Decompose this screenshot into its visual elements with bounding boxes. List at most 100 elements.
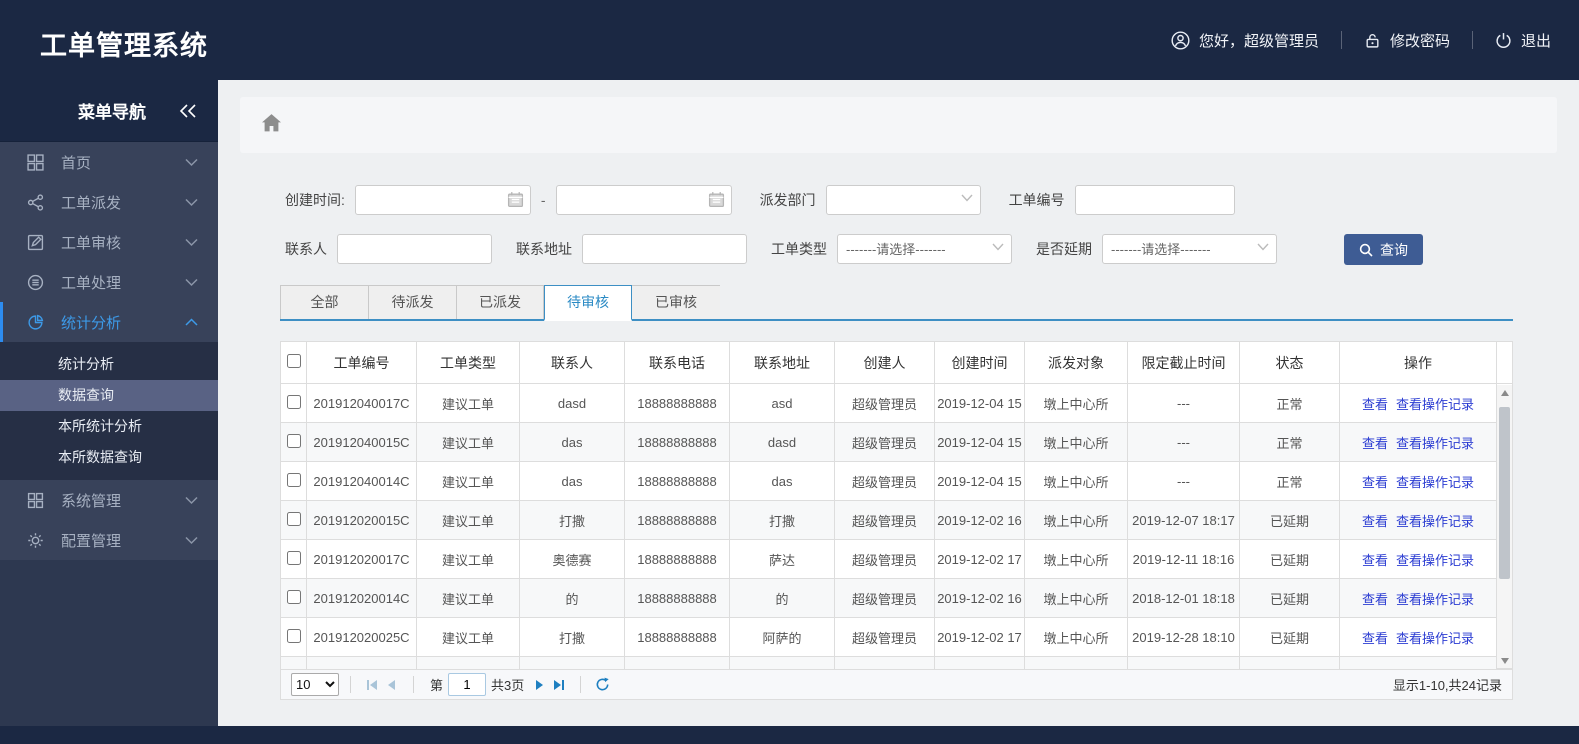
- row-checkbox-cell: [280, 422, 307, 462]
- cell-phone: 18888888888: [624, 578, 730, 618]
- sidebar-item-config[interactable]: 配置管理: [0, 520, 218, 560]
- view-log-link[interactable]: 查看操作记录: [1396, 397, 1474, 412]
- last-page-button[interactable]: [549, 675, 569, 695]
- scrollbar-track[interactable]: [1497, 385, 1512, 668]
- column-header: 联系人: [519, 341, 625, 384]
- tab-reviewed[interactable]: 已审核: [632, 285, 720, 319]
- main-content: 创建时间: - 派发部门 工单编号 联系人 联系地址 工单类型 -------请…: [218, 80, 1579, 726]
- cell-contact: das: [519, 422, 625, 462]
- cell-target: 墩上中心所: [1024, 383, 1128, 423]
- view-link[interactable]: 查看: [1362, 397, 1388, 412]
- next-page-button[interactable]: [529, 675, 549, 695]
- chevron-down-icon: [185, 238, 198, 247]
- page-size-select[interactable]: 10: [291, 673, 339, 696]
- sidebar-subitem-local-statistics[interactable]: 本所统计分析: [0, 411, 218, 442]
- sidebar-item-home[interactable]: 首页: [0, 142, 218, 182]
- view-log-link[interactable]: 查看操作记录: [1396, 475, 1474, 490]
- row-checkbox[interactable]: [286, 589, 301, 604]
- row-checkbox[interactable]: [286, 550, 301, 565]
- sidebar-item-review[interactable]: 工单审核: [0, 222, 218, 262]
- address-input[interactable]: [582, 234, 747, 264]
- sidebar-item-statistics[interactable]: 统计分析: [0, 302, 218, 342]
- status-badge: 已延期: [1239, 539, 1340, 579]
- refresh-button[interactable]: [592, 675, 612, 695]
- view-link[interactable]: 查看: [1362, 436, 1388, 451]
- cell-target: 墩上中心所: [1024, 500, 1128, 540]
- home-icon[interactable]: [262, 113, 281, 137]
- create-time-end-input[interactable]: [555, 185, 732, 215]
- row-checkbox[interactable]: [286, 628, 301, 643]
- row-checkbox[interactable]: [286, 433, 301, 448]
- view-log-link[interactable]: 查看操作记录: [1396, 631, 1474, 646]
- tab-to-dispatch[interactable]: 待派发: [368, 285, 456, 319]
- sidebar-item-dispatch[interactable]: 工单派发: [0, 182, 218, 222]
- table-row: 201912020014C 建议工单的 18888888888 的超级管理员 2019-…: [280, 578, 1497, 618]
- search-button[interactable]: 查询: [1344, 234, 1423, 265]
- user-greeting[interactable]: 您好，超级管理员: [1171, 30, 1319, 51]
- view-link[interactable]: 查看: [1362, 553, 1388, 568]
- view-log-link[interactable]: 查看操作记录: [1396, 514, 1474, 529]
- current-page-input[interactable]: [448, 673, 487, 696]
- scrollbar-thumb[interactable]: [1499, 407, 1510, 579]
- first-page-button[interactable]: [362, 675, 382, 695]
- cell-type: 建议工单: [416, 500, 520, 540]
- view-link[interactable]: 查看: [1362, 514, 1388, 529]
- cell-deadline: 2018-12-01 18:18: [1127, 578, 1240, 618]
- dispatch-dept-select[interactable]: [825, 185, 981, 215]
- gear-icon: [27, 532, 46, 549]
- view-link[interactable]: 查看: [1362, 592, 1388, 607]
- sidebar-submenu: 统计分析 数据查询 本所统计分析 本所数据查询: [0, 342, 218, 480]
- view-link[interactable]: 查看: [1362, 475, 1388, 490]
- row-checkbox[interactable]: [286, 511, 301, 526]
- row-checkbox[interactable]: [286, 394, 301, 409]
- tab-pending-review[interactable]: 待审核: [544, 285, 632, 321]
- collapse-sidebar-icon[interactable]: [178, 103, 198, 119]
- cell-address: das: [729, 461, 835, 501]
- cell-created: 2019-12-02 16: [934, 578, 1025, 618]
- filter-row-2: 联系人 联系地址 工单类型 -------请选择------- 是否延期 ---…: [285, 234, 1519, 265]
- prev-page-button[interactable]: [382, 675, 402, 695]
- change-password-button[interactable]: 修改密码: [1364, 30, 1450, 51]
- contact-input[interactable]: [337, 234, 492, 264]
- chevron-down-icon: [185, 278, 198, 287]
- create-time-start-input[interactable]: [354, 185, 531, 215]
- cell-address: asd: [729, 383, 835, 423]
- tab-all[interactable]: 全部: [280, 285, 368, 319]
- cell-contact: dasd: [519, 383, 625, 423]
- sidebar-item-process[interactable]: 工单处理: [0, 262, 218, 302]
- cell-target: 墩上中心所: [1024, 539, 1128, 579]
- scroll-down-arrow[interactable]: [1497, 653, 1512, 668]
- order-type-select[interactable]: -------请选择-------: [837, 234, 1012, 264]
- view-log-link[interactable]: 查看操作记录: [1396, 553, 1474, 568]
- select-all-checkbox[interactable]: [286, 354, 301, 368]
- order-no-input[interactable]: [1074, 185, 1235, 215]
- breadcrumb: [240, 97, 1557, 153]
- sidebar-item-system[interactable]: 系统管理: [0, 480, 218, 520]
- sidebar-subitem-data-query[interactable]: 数据查询: [0, 380, 218, 411]
- row-checkbox[interactable]: [286, 472, 301, 487]
- cell-type: 建议工单: [416, 539, 520, 579]
- sidebar-subitem-statistics[interactable]: 统计分析: [0, 349, 218, 380]
- chevron-down-icon: [185, 496, 198, 505]
- dispatch-dept-field: [825, 185, 981, 215]
- sidebar-item-label: 工单处理: [61, 274, 122, 292]
- row-checkbox-cell: [280, 461, 307, 501]
- sidebar-subitem-local-data-query[interactable]: 本所数据查询: [0, 442, 218, 473]
- view-link[interactable]: 查看: [1362, 631, 1388, 646]
- logout-button[interactable]: 退出: [1495, 30, 1551, 51]
- table-row-partial: [280, 656, 1497, 669]
- calendar-icon[interactable]: [708, 191, 725, 213]
- cell-actions: 查看 查看操作记录: [1339, 500, 1497, 540]
- cell-type: 建议工单: [416, 461, 520, 501]
- scroll-up-arrow[interactable]: [1497, 385, 1512, 400]
- calendar-icon[interactable]: [507, 191, 524, 213]
- cell-contact: 奥德赛: [519, 539, 625, 579]
- view-log-link[interactable]: 查看操作记录: [1396, 436, 1474, 451]
- delay-select[interactable]: -------请选择-------: [1102, 234, 1277, 264]
- cell-created: 2019-12-04 15: [934, 383, 1025, 423]
- tab-dispatched[interactable]: 已派发: [456, 285, 544, 319]
- power-icon: [1495, 32, 1512, 49]
- vertical-scrollbar[interactable]: [1496, 341, 1513, 669]
- view-log-link[interactable]: 查看操作记录: [1396, 592, 1474, 607]
- sidebar-item-label: 统计分析: [61, 314, 122, 332]
